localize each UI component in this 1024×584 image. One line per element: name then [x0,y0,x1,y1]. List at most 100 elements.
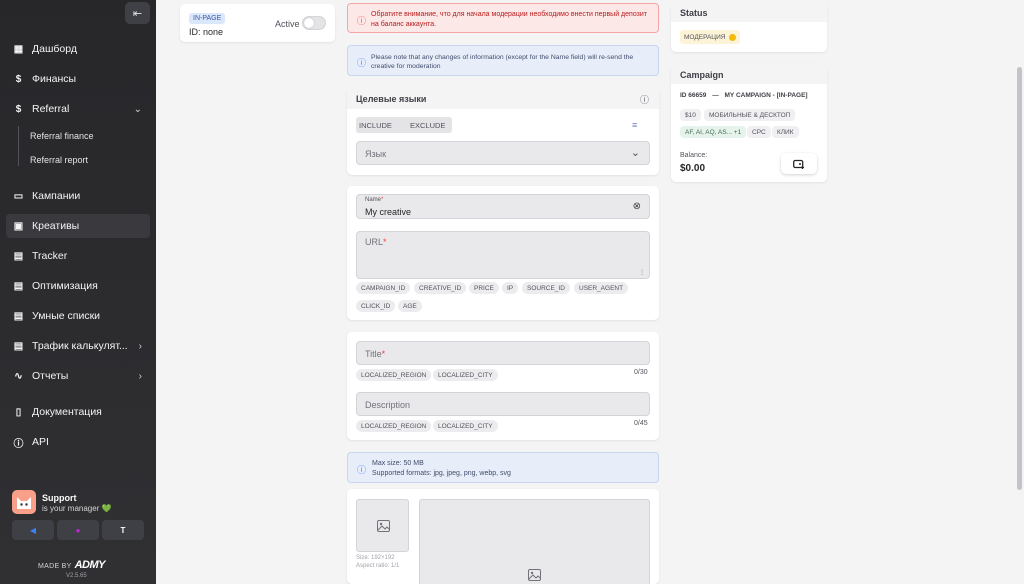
macro-chip[interactable]: AGE [398,300,422,312]
banner-upload-slot[interactable] [419,499,650,584]
title-description-card: Title* LOCALIZED_REGION LOCALIZED_CITY 0… [347,332,659,440]
top-up-button[interactable] [781,153,817,174]
chevron-down-icon: ⌄ [630,147,640,159]
creative-id: ID: none [189,27,224,37]
nav-label: Креативы [32,220,80,232]
nav-label: Дашборд [32,43,77,55]
name-value: My creative [365,207,412,217]
campaign-id-line[interactable]: ID 66659 — MY CAMPAIGN - [IN-PAGE] [680,92,808,99]
url-field[interactable]: URL* ⋮ [356,231,650,279]
macro-chip[interactable]: USER_AGENT [574,282,629,294]
status-title: Status [680,8,708,18]
social-icon: ● [75,525,81,535]
nav-label: API [32,436,49,448]
resize-handle-icon[interactable]: ⋮ [639,269,645,276]
nav-tracker[interactable]: ▤ Tracker [6,244,150,268]
nav-optimization[interactable]: ▤ Оптимизация [6,274,150,298]
upload-max-size: Max size: 50 MB [372,460,424,467]
active-label: Active [275,19,300,29]
image-icon [377,520,390,532]
nav-label: Tracker [32,250,68,262]
page-scrollbar[interactable] [1017,67,1022,490]
nav-campaigns[interactable]: ▭ Кампании [6,184,150,208]
nav-dashboard[interactable]: ▦ Дашборд [6,37,150,61]
macro-chip[interactable]: CAMPAIGN_ID [356,282,411,294]
name-label: Name [365,197,382,203]
language-select[interactable]: Язык ⌄ [356,141,650,165]
icon-upload-slot[interactable] [356,499,409,552]
name-field[interactable]: Name* My creative ⊗ [356,194,650,219]
campaign-id: ID 66659 [680,92,707,99]
cat-avatar-icon [12,490,36,514]
include-button[interactable]: INCLUDE [359,121,392,130]
macro-chip[interactable]: LOCALIZED_CITY [433,369,498,381]
active-toggle[interactable] [302,16,326,30]
collapse-icon: ⇤ [132,7,143,20]
nav-traffic-calculator[interactable]: ▤ Трафик калькулят... › [6,334,150,358]
image-icon [528,569,541,581]
collapse-sidebar-button[interactable]: ⇤ [125,2,150,24]
document-icon: ▤ [13,280,24,292]
info-icon: ⓘ [13,438,24,450]
social-button[interactable]: ● [57,520,99,540]
macro-chip[interactable]: PRICE [469,282,499,294]
image-icon: ▣ [13,220,24,232]
balance-value: $0.00 [680,163,706,174]
languages-card: Целевые языки ⓘ INCLUDE EXCLUDE ≡ Язык ⌄ [347,87,659,175]
help-icon[interactable]: ⓘ [640,93,649,106]
nav-referral-report[interactable]: Referral report [30,155,88,165]
monitor-icon: ▭ [13,190,24,202]
macro-chip[interactable]: SOURCE_ID [522,282,570,294]
t-icon: T [120,525,126,535]
nav-label: Отчеты [32,370,69,382]
dollar-icon: $ [15,103,22,115]
nav-label: Referral [32,103,70,115]
macro-chip[interactable]: LOCALIZED_REGION [356,369,432,381]
nav-referral[interactable]: $ Referral ⌄ [6,97,150,121]
status-card: Status МОДЕРАЦИЯ [671,2,827,52]
alert-icon: ⓘ [357,16,367,26]
title-field[interactable]: Title* [356,341,650,365]
nav-creatives[interactable]: ▣ Креативы [6,214,150,238]
nav-smart-lists[interactable]: ▤ Умные списки [6,304,150,328]
support-block[interactable]: Support is your manager 💚 [12,490,152,514]
balance-label: Balance: [680,152,708,159]
campaign-tag: КЛИК [772,126,799,138]
nav-label: Трафик калькулят... [32,340,128,352]
exclude-button[interactable]: EXCLUDE [410,121,445,130]
image-ratio: Aspect ratio: 1/1 [356,563,400,569]
description-counter: 0/45 [634,420,648,427]
t-button[interactable]: T [102,520,144,540]
nav-finance[interactable]: $ Финансы [6,67,150,91]
nav-label: Документация [32,406,102,418]
upload-formats: Supported formats: jpg, jpeg, png, webp,… [372,470,511,477]
chevron-right-icon: › [138,370,142,382]
language-placeholder: Язык [365,149,387,159]
version: V2.5.65 [66,573,87,579]
campaign-tag: AF, AI, AQ, AS... +1 [680,126,747,138]
document-icon: ▤ [13,310,24,322]
nav-label: Оптимизация [32,280,98,292]
nav-label: Умные списки [32,310,101,322]
dashboard-icon: ▦ [13,43,24,55]
nav-documentation[interactable]: ▯ Документация [6,400,150,424]
filter-icon[interactable]: ≡ [632,120,637,130]
telegram-button[interactable]: ◀ [12,520,54,540]
macro-chip[interactable]: LOCALIZED_CITY [433,420,498,432]
dollar-icon: $ [15,73,22,85]
macro-chip[interactable]: IP [502,282,519,294]
nav-reports[interactable]: ∿ Отчеты › [6,364,150,388]
nav-api[interactable]: ⓘ API [6,430,150,454]
url-label: URL [365,237,384,247]
title-counter: 0/30 [634,369,648,376]
macro-chip[interactable]: CLICK_ID [356,300,396,312]
image-upload-card: Size: 192×192 Aspect ratio: 1/1 [347,489,659,584]
macro-chip[interactable]: LOCALIZED_REGION [356,420,432,432]
chevron-right-icon: › [138,340,142,352]
macro-chip[interactable]: CREATIVE_ID [414,282,467,294]
description-field[interactable]: Description [356,392,650,416]
format-badge: IN-PAGE [189,13,226,24]
nav-referral-finance[interactable]: Referral finance [30,131,94,141]
clear-icon[interactable]: ⊗ [633,201,641,212]
campaign-card: Campaign ID 66659 — MY CAMPAIGN - [IN-PA… [671,64,827,182]
